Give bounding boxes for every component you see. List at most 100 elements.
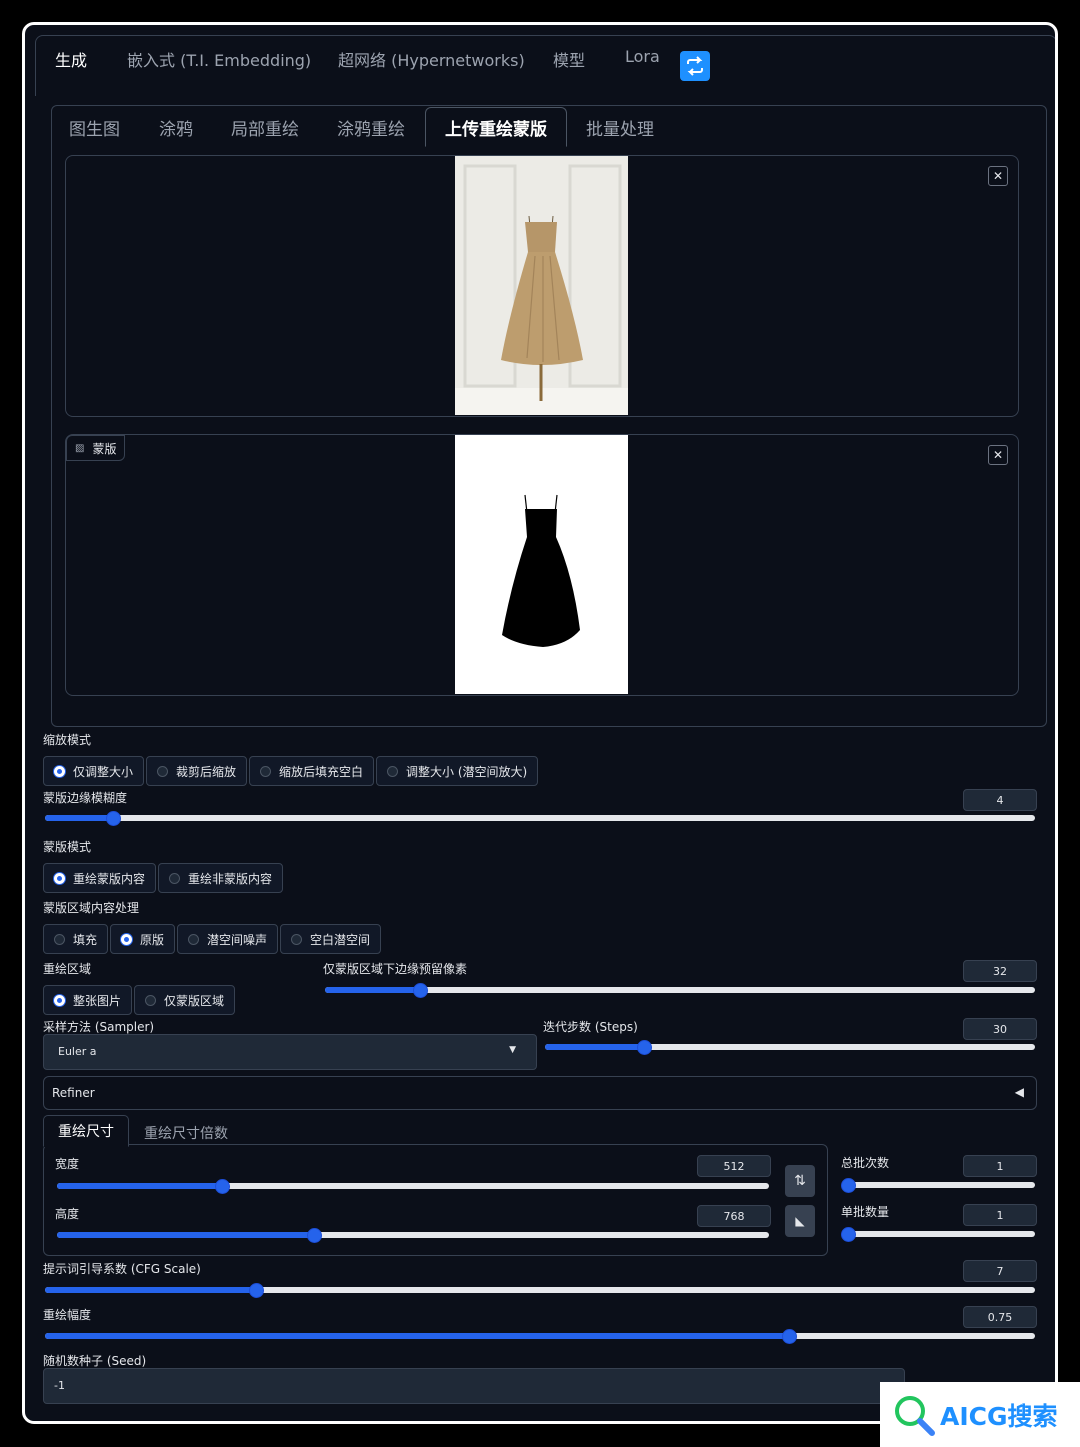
slider-thumb[interactable] (637, 1040, 652, 1055)
height-input[interactable]: 768 (697, 1205, 771, 1227)
mask-blur-label: 蒙版边缘模糊度 (43, 791, 128, 805)
seed-value: -1 (54, 1379, 65, 1392)
mask-mode-option[interactable]: 重绘蒙版内容 (43, 863, 157, 893)
batch-size-input[interactable]: 1 (963, 1204, 1037, 1226)
source-image-box[interactable]: ✕ (65, 155, 1019, 417)
masked-content-label: 蒙版区域内容处理 (43, 901, 140, 915)
option-label: 潜空间噪声 (207, 932, 268, 947)
slider-thumb[interactable] (841, 1227, 856, 1242)
batch-count-label: 总批次数 (841, 1156, 890, 1170)
radio-dot (291, 933, 303, 945)
inpaint-area-option[interactable]: 仅蒙版区域 (134, 985, 236, 1015)
tab-lora[interactable]: Lora (625, 47, 660, 66)
batch-count-slider[interactable] (841, 1178, 1035, 1193)
batch-count-input[interactable]: 1 (963, 1155, 1037, 1177)
cfg-slider[interactable] (45, 1283, 1035, 1298)
option-label: 空白潜空间 (310, 932, 371, 947)
slider-fill (45, 815, 113, 821)
resize-mode-option[interactable]: 仅调整大小 (43, 756, 145, 786)
refiner-accordion[interactable]: Refiner ◀ (43, 1076, 1037, 1110)
masked-content-group: 填充 原版 潜空间噪声 空白潜空间 (43, 924, 382, 954)
padding-slider[interactable] (325, 983, 1035, 998)
subtab-sketch[interactable]: 涂鸦 (159, 115, 193, 140)
slider-fill (45, 1287, 255, 1293)
steps-slider[interactable] (545, 1040, 1035, 1055)
height-slider[interactable] (57, 1228, 769, 1243)
swap-icon: ⇅ (794, 1173, 806, 1189)
width-input[interactable]: 512 (697, 1155, 771, 1177)
subtab-inpaint[interactable]: 局部重绘 (231, 115, 299, 140)
slider-fill (57, 1232, 314, 1238)
radio-dot (54, 872, 65, 884)
refiner-label: Refiner (52, 1086, 95, 1100)
slider-thumb[interactable] (412, 983, 428, 998)
chevron-down-icon: ▼ (509, 1045, 516, 1055)
resize-mode-option[interactable]: 调整大小 (潜空间放大) (376, 756, 539, 786)
tab-resize-to[interactable]: 重绘尺寸 (43, 1115, 129, 1147)
mask-mode-group: 重绘蒙版内容 重绘非蒙版内容 (43, 863, 284, 893)
option-label: 重绘蒙版内容 (73, 871, 146, 886)
mask-blur-input[interactable]: 4 (963, 789, 1037, 811)
height-label: 高度 (55, 1207, 80, 1221)
mask-mode-option[interactable]: 重绘非蒙版内容 (158, 863, 284, 893)
option-label: 整张图片 (73, 993, 122, 1008)
refresh-icon (687, 56, 703, 76)
denoise-input[interactable]: 0.75 (963, 1306, 1037, 1328)
subtab-inpaint-sketch[interactable]: 涂鸦重绘 (337, 115, 405, 140)
radio-dot (169, 872, 181, 884)
option-label: 填充 (73, 932, 98, 947)
resize-mode-option[interactable]: 缩放后填充空白 (249, 756, 375, 786)
radio-dot (260, 765, 272, 777)
mask-label-badge: ▨ 蒙版 (66, 435, 126, 461)
tab-resize-by[interactable]: 重绘尺寸倍数 (144, 1123, 228, 1143)
radio-dot (145, 994, 157, 1006)
padding-label: 仅蒙版区域下边缘预留像素 (323, 962, 468, 976)
mask-blur-slider[interactable] (45, 811, 1035, 826)
mask-label: 蒙版 (92, 441, 117, 456)
collapse-arrow-icon: ◀ (1014, 1085, 1024, 1099)
slider-thumb[interactable] (841, 1178, 856, 1193)
radio-dot (188, 933, 200, 945)
dress-photo (455, 156, 628, 415)
width-label: 宽度 (55, 1157, 80, 1171)
padding-input[interactable]: 32 (963, 960, 1037, 982)
option-label: 原版 (140, 932, 165, 947)
masked-content-option[interactable]: 空白潜空间 (280, 924, 382, 954)
seed-input[interactable]: -1 (43, 1368, 905, 1404)
refresh-button[interactable] (680, 51, 710, 81)
slider-thumb[interactable] (106, 811, 122, 826)
steps-input[interactable]: 30 (963, 1018, 1037, 1040)
masked-content-option[interactable]: 原版 (110, 924, 176, 954)
aspect-ratio-button[interactable]: ◣ (785, 1205, 815, 1237)
subtab-img2img[interactable]: 图生图 (69, 115, 120, 140)
option-label: 仅蒙版区域 (164, 993, 225, 1008)
option-label: 裁剪后缩放 (176, 764, 237, 779)
slider-thumb[interactable] (214, 1179, 230, 1194)
subtab-inpaint-upload[interactable]: 上传重绘蒙版 (425, 107, 567, 147)
masked-content-option[interactable]: 填充 (43, 924, 109, 954)
radio-dot (121, 933, 133, 945)
close-icon[interactable]: ✕ (988, 445, 1008, 465)
swap-dimensions-button[interactable]: ⇅ (785, 1165, 815, 1197)
slider-thumb[interactable] (781, 1329, 797, 1344)
resize-mode-group: 仅调整大小 裁剪后缩放 缩放后填充空白 调整大小 (潜空间放大) (43, 756, 539, 786)
close-icon[interactable]: ✕ (988, 166, 1008, 186)
sampler-dropdown[interactable]: Euler a ▼ (43, 1034, 537, 1070)
slider-fill (325, 987, 419, 993)
tab-model[interactable]: 模型 (553, 47, 585, 71)
resize-mode-option[interactable]: 裁剪后缩放 (146, 756, 248, 786)
slider-thumb[interactable] (248, 1283, 264, 1298)
tab-generate[interactable]: 生成 (55, 47, 87, 71)
tab-embedding[interactable]: 嵌入式 (T.I. Embedding) (127, 47, 311, 71)
tab-hypernetworks[interactable]: 超网络 (Hypernetworks) (338, 47, 525, 71)
slider-fill (45, 1333, 788, 1339)
cfg-input[interactable]: 7 (963, 1260, 1037, 1282)
mask-image-box[interactable]: ▨ 蒙版 ✕ (65, 434, 1019, 696)
inpaint-area-option[interactable]: 整张图片 (43, 985, 133, 1015)
masked-content-option[interactable]: 潜空间噪声 (177, 924, 279, 954)
denoise-slider[interactable] (45, 1329, 1035, 1344)
batch-size-slider[interactable] (841, 1227, 1035, 1242)
subtab-batch[interactable]: 批量处理 (586, 115, 654, 140)
batch-size-label: 单批数量 (841, 1205, 890, 1219)
width-slider[interactable] (57, 1179, 769, 1194)
